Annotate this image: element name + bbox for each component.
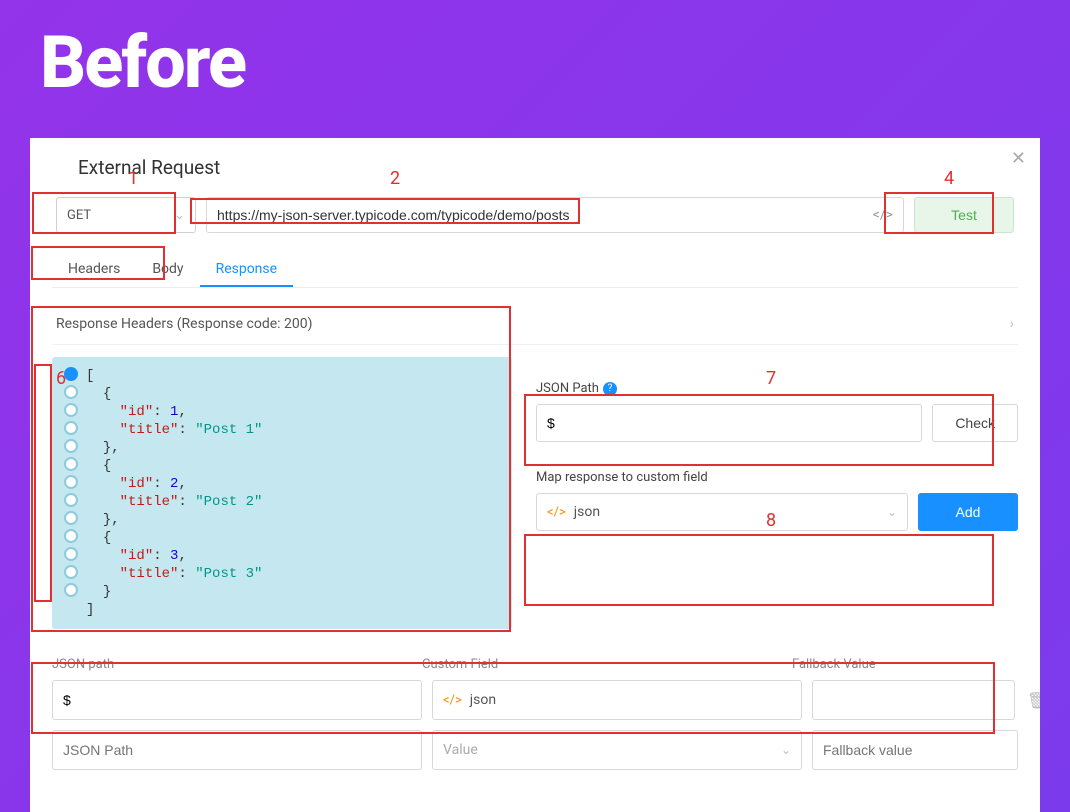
code-tag-icon: </> bbox=[547, 505, 566, 520]
external-request-panel: ✕ External Request GET ⌄ </> Test Header… bbox=[30, 138, 1040, 812]
url-input-wrap: </> bbox=[206, 197, 904, 233]
mapping-custom-select[interactable]: Value ⌄ bbox=[432, 730, 802, 770]
json-radio[interactable] bbox=[64, 421, 78, 435]
json-radio[interactable] bbox=[64, 529, 78, 543]
json-radio[interactable] bbox=[64, 457, 78, 471]
col-fallback: Fallback Value bbox=[792, 657, 1018, 672]
test-button[interactable]: Test bbox=[914, 197, 1014, 233]
json-radio[interactable] bbox=[64, 403, 78, 417]
tab-body[interactable]: Body bbox=[136, 253, 199, 287]
json-text: [ { "id": 1, "title": "Post 1" }, { "id"… bbox=[86, 367, 262, 619]
help-icon[interactable]: ? bbox=[603, 382, 617, 396]
mapping-row: </> json 🗑 bbox=[52, 680, 1018, 720]
mapping-custom-select[interactable]: </> json bbox=[432, 680, 802, 720]
json-radio-root[interactable] bbox=[64, 367, 78, 381]
response-headers-toggle[interactable]: Response Headers (Response code: 200) › bbox=[52, 304, 1018, 345]
json-path-input[interactable] bbox=[536, 404, 922, 442]
chevron-down-icon: ⌄ bbox=[887, 505, 897, 519]
col-custom-field: Custom Field bbox=[422, 657, 792, 672]
mapping-custom-value: json bbox=[470, 692, 496, 708]
json-radio[interactable] bbox=[64, 583, 78, 597]
custom-field-select[interactable]: </> json ⌄ bbox=[536, 493, 908, 531]
chevron-down-icon: ⌄ bbox=[174, 208, 185, 223]
json-radio[interactable] bbox=[64, 475, 78, 489]
code-icon[interactable]: </> bbox=[873, 207, 893, 223]
response-headers-label: Response Headers (Response code: 200) bbox=[56, 316, 313, 332]
json-radio[interactable] bbox=[64, 511, 78, 525]
json-radio[interactable] bbox=[64, 439, 78, 453]
map-field-block: Map response to custom field </> json ⌄ … bbox=[536, 470, 1018, 531]
tab-response[interactable]: Response bbox=[200, 253, 294, 287]
url-input[interactable] bbox=[217, 207, 865, 223]
col-json-path: JSON path bbox=[52, 657, 422, 672]
check-button[interactable]: Check bbox=[932, 404, 1018, 442]
chevron-down-icon: ⌄ bbox=[781, 743, 791, 757]
slide-title: Before bbox=[0, 0, 1070, 115]
json-response-viewer: [ { "id": 1, "title": "Post 1" }, { "id"… bbox=[52, 357, 512, 629]
trash-icon[interactable]: 🗑 bbox=[1027, 691, 1040, 710]
json-path-label: JSON Path ? bbox=[536, 381, 1018, 396]
panel-title: External Request bbox=[52, 156, 1018, 179]
chevron-right-icon: › bbox=[1010, 316, 1014, 332]
http-method-value: GET bbox=[67, 208, 91, 223]
json-path-label-text: JSON Path bbox=[536, 381, 599, 396]
annotation-box bbox=[34, 364, 52, 602]
code-tag-icon: </> bbox=[443, 693, 462, 708]
json-radio[interactable] bbox=[64, 493, 78, 507]
mapping-fallback-input[interactable] bbox=[812, 730, 1018, 770]
close-icon[interactable]: ✕ bbox=[1011, 148, 1026, 169]
mapping-row-empty: Value ⌄ bbox=[52, 730, 1018, 770]
mapping-path-input[interactable] bbox=[52, 730, 422, 770]
response-body-area: [ { "id": 1, "title": "Post 1" }, { "id"… bbox=[52, 357, 1018, 629]
add-button[interactable]: Add bbox=[918, 493, 1018, 531]
json-radio[interactable] bbox=[64, 565, 78, 579]
mapping-table-head: JSON path Custom Field Fallback Value bbox=[52, 653, 1018, 680]
tabs-bar: Headers Body Response bbox=[52, 253, 1018, 288]
mapping-custom-placeholder: Value bbox=[443, 742, 478, 758]
json-path-block: JSON Path ? Check bbox=[536, 381, 1018, 442]
json-radio[interactable] bbox=[64, 547, 78, 561]
right-column: JSON Path ? Check Map response to custom… bbox=[536, 357, 1018, 629]
json-node-radios bbox=[64, 367, 78, 619]
custom-field-value: json bbox=[574, 504, 600, 520]
http-method-select[interactable]: GET ⌄ bbox=[56, 197, 196, 233]
mapping-path-input[interactable] bbox=[52, 680, 422, 720]
mapping-fallback-input[interactable] bbox=[812, 680, 1015, 720]
tab-headers[interactable]: Headers bbox=[52, 253, 136, 287]
mapping-table: JSON path Custom Field Fallback Value </… bbox=[52, 653, 1018, 770]
json-radio[interactable] bbox=[64, 385, 78, 399]
request-row: GET ⌄ </> Test bbox=[52, 197, 1018, 233]
map-field-label: Map response to custom field bbox=[536, 470, 1018, 485]
